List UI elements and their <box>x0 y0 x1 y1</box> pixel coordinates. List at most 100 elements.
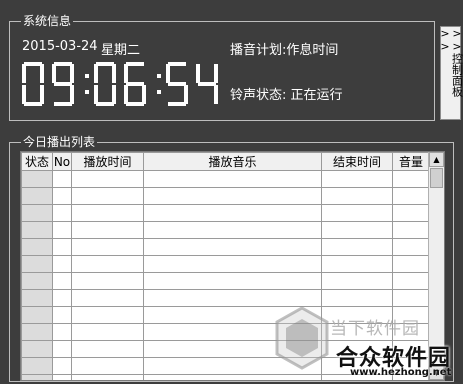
system-info-title: 系统信息 <box>21 14 74 28</box>
clock-colon <box>85 90 89 94</box>
table-cell <box>392 204 430 222</box>
table-cell <box>392 289 430 307</box>
clock-segment <box>214 85 218 104</box>
table-cell <box>321 187 393 205</box>
clock-segment <box>40 64 44 83</box>
table-cell <box>21 272 53 290</box>
clock-segment <box>124 85 128 104</box>
table-cell <box>52 204 72 222</box>
table-cell <box>71 357 144 375</box>
column-header[interactable]: 结束时间 <box>321 152 393 171</box>
clock-segment <box>54 62 72 66</box>
table-cell <box>321 204 393 222</box>
system-info-group: 系统信息 2015-03-24 星期二 播音计划:作息时间 铃声状态: 正在运行 <box>9 14 435 121</box>
table-cell <box>21 289 53 307</box>
table-cell <box>321 255 393 273</box>
clock-segment <box>94 85 98 104</box>
table-cell <box>71 306 144 324</box>
clock-segment <box>214 64 218 83</box>
table-cell <box>392 221 430 239</box>
table-cell <box>321 170 393 188</box>
table-cell <box>71 340 144 358</box>
table-cell <box>71 204 144 222</box>
table-cell <box>143 204 322 222</box>
watermark-logo <box>275 306 329 370</box>
clock-segment <box>168 82 186 86</box>
clock-segment <box>168 102 186 106</box>
table-row[interactable] <box>21 272 430 290</box>
table-cell <box>71 187 144 205</box>
clock-segment <box>70 85 74 104</box>
table-cell <box>21 306 53 324</box>
column-header[interactable]: 音量 <box>392 152 430 171</box>
column-header[interactable]: 播放时间 <box>71 152 144 171</box>
table-cell <box>392 187 430 205</box>
table-cell <box>321 221 393 239</box>
clock-segment <box>22 64 26 83</box>
playlist-header-row: 状态 No 播放时间 播放音乐 结束时间 音量 <box>21 152 430 171</box>
watermark-line-1: 当下软件园 <box>330 319 420 339</box>
table-cell <box>392 238 430 256</box>
clock-segment <box>126 82 144 86</box>
clock-segment <box>184 85 188 104</box>
clock-segment <box>94 64 98 83</box>
table-cell <box>71 323 144 341</box>
clock-colon <box>85 74 89 78</box>
column-header[interactable]: No <box>52 152 72 171</box>
table-row[interactable] <box>21 255 430 273</box>
table-cell <box>392 170 430 188</box>
table-cell <box>21 170 53 188</box>
table-cell <box>52 238 72 256</box>
table-cell <box>52 187 72 205</box>
table-row[interactable] <box>21 238 430 256</box>
table-cell <box>21 357 53 375</box>
ring-status-display: 铃声状态: 正在运行 <box>230 88 343 103</box>
clock-segment <box>126 62 144 66</box>
table-cell <box>21 187 53 205</box>
table-cell <box>21 221 53 239</box>
table-cell <box>52 306 72 324</box>
watermark-line-3: www.hezhong.net <box>350 367 452 378</box>
table-cell <box>143 272 322 290</box>
clock-segment <box>70 64 74 83</box>
scrollbar-thumb[interactable] <box>430 168 443 188</box>
table-row[interactable] <box>21 170 430 188</box>
table-cell <box>143 170 322 188</box>
clock-segment <box>196 64 200 83</box>
table-cell <box>52 289 72 307</box>
table-cell <box>21 374 53 380</box>
clock-colon <box>157 90 161 94</box>
clock-segment <box>112 64 116 83</box>
table-row[interactable] <box>21 221 430 239</box>
clock-segment <box>54 102 72 106</box>
clock-segment <box>40 85 44 104</box>
table-row[interactable] <box>21 289 430 307</box>
table-cell <box>392 272 430 290</box>
clock-segment <box>112 85 116 104</box>
clock-segment <box>24 62 42 66</box>
table-cell <box>52 340 72 358</box>
table-cell <box>321 238 393 256</box>
table-cell <box>71 272 144 290</box>
broadcast-plan-display: 播音计划:作息时间 <box>230 43 339 58</box>
table-cell <box>52 323 72 341</box>
digital-clock <box>22 62 218 106</box>
control-panel-button[interactable]: >>控制面板>> <box>439 26 463 120</box>
clock-segment <box>168 62 186 66</box>
clock-segment <box>24 102 42 106</box>
scroll-up-arrow-icon[interactable]: ▲ <box>429 152 444 167</box>
table-cell <box>52 374 72 380</box>
table-cell <box>392 255 430 273</box>
column-header[interactable]: 状态 <box>21 152 53 171</box>
table-cell <box>21 340 53 358</box>
column-header[interactable]: 播放音乐 <box>143 152 322 171</box>
clock-segment <box>126 102 144 106</box>
table-row[interactable] <box>21 187 430 205</box>
table-cell <box>71 374 144 380</box>
table-cell <box>143 289 322 307</box>
table-row[interactable] <box>21 204 430 222</box>
table-cell <box>71 170 144 188</box>
table-cell <box>71 255 144 273</box>
table-cell <box>21 204 53 222</box>
weekday-display: 星期二 <box>101 43 141 58</box>
